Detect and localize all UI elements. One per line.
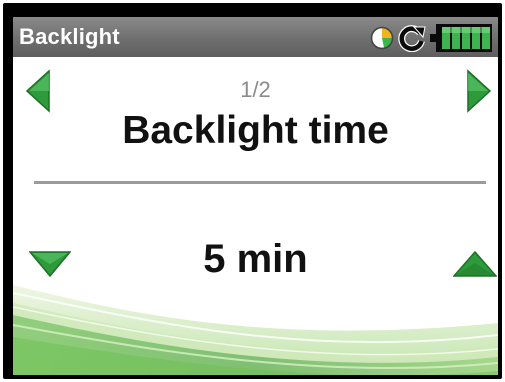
- screen-title: Backlight: [19, 24, 120, 49]
- screen: Backlight 1/2 Backlight time 5 min: [13, 17, 498, 375]
- decorative-wave: [13, 285, 498, 375]
- divider: [34, 181, 486, 184]
- title-bar: Backlight: [13, 17, 498, 57]
- page-indicator: 1/2: [240, 77, 271, 102]
- setting-title: Backlight time: [122, 109, 389, 152]
- refresh-icon: [398, 25, 426, 52]
- battery-icon: [430, 24, 492, 52]
- increase-value-button[interactable]: [453, 250, 497, 278]
- device-frame: Backlight 1/2 Backlight time 5 min: [3, 3, 502, 379]
- status-icons: [358, 22, 498, 52]
- pie-clock-icon: [370, 26, 394, 50]
